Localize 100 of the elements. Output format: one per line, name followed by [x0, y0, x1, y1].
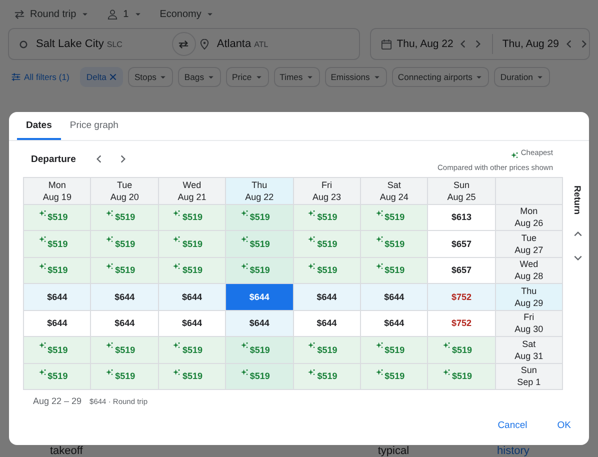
price-cell[interactable]: $519 — [294, 364, 361, 390]
destination-city: Atlanta ATL — [216, 38, 268, 50]
price-cell[interactable]: $519 — [360, 204, 428, 231]
filter-dropdown[interactable]: Stops — [128, 67, 174, 87]
price-cell[interactable]: $613 — [428, 204, 496, 231]
price-cell[interactable]: $519 — [360, 231, 428, 258]
price-cell[interactable]: $519 — [24, 231, 92, 258]
filter-dropdown[interactable]: Times — [274, 67, 320, 87]
price-cell[interactable]: $519 — [294, 258, 361, 284]
departure-date-header[interactable]: Fri Aug 23 — [294, 178, 361, 204]
departure-date-header[interactable]: Sun Aug 25 — [428, 178, 496, 204]
price-cell[interactable]: $519 — [226, 204, 294, 231]
close-icon[interactable] — [109, 73, 118, 81]
sparkle-icon — [376, 236, 383, 243]
filter-dropdown[interactable]: Emissions — [324, 67, 387, 87]
return-date-label[interactable]: Thu Aug 29 — [496, 284, 564, 310]
price-cell[interactable]: $519 — [158, 204, 226, 231]
sparkle-icon — [510, 152, 518, 158]
price-cell[interactable]: $519 — [158, 231, 226, 258]
chevron-left-icon[interactable] — [564, 39, 574, 49]
price-cell[interactable]: $519 — [226, 337, 294, 364]
chevron-up-icon[interactable] — [572, 229, 583, 239]
trip-type-dropdown[interactable]: Round trip — [30, 8, 76, 20]
sparkle-icon — [106, 342, 114, 349]
filter-dropdown[interactable]: Connecting airports — [392, 67, 490, 87]
circle-icon — [19, 40, 28, 48]
price-cell[interactable]: $657 — [428, 258, 496, 284]
price-cell[interactable]: $644 — [24, 284, 92, 310]
filter-dropdown[interactable]: Duration — [494, 67, 550, 87]
return-date-label[interactable]: Wed Aug 28 — [496, 258, 564, 284]
passengers-dropdown[interactable]: 1 — [123, 8, 129, 20]
price-cell[interactable]: $519 — [158, 337, 226, 364]
price-cell[interactable]: $519 — [91, 231, 159, 258]
price-cell[interactable]: $519 — [428, 337, 496, 364]
tab[interactable]: Dates — [17, 112, 61, 140]
price-cell[interactable]: $519 — [360, 337, 428, 364]
swap-button[interactable] — [172, 32, 196, 56]
price-cell[interactable]: $519 — [226, 258, 294, 284]
return-date-label[interactable]: Fri Aug 30 — [496, 310, 564, 337]
price-cell[interactable]: $519 — [360, 364, 428, 390]
price-cell[interactable]: $644 — [294, 284, 361, 310]
price-cell[interactable]: $644 — [360, 284, 428, 310]
dates-field[interactable]: Thu, Aug 22 Thu, Aug 29 — [370, 28, 590, 60]
price-cell[interactable]: $519 — [226, 231, 294, 258]
sparkle-icon — [106, 236, 114, 243]
return-date-label[interactable]: Sat Aug 31 — [496, 337, 564, 364]
price-cell[interactable]: $644 — [91, 284, 159, 310]
price-cell[interactable]: $519 — [158, 364, 226, 390]
return-label: Return — [572, 186, 583, 214]
price-cell[interactable]: $519 — [91, 258, 159, 284]
dialog-button[interactable]: OK — [551, 416, 577, 435]
tab[interactable]: Price graph — [60, 112, 128, 140]
price-cell[interactable]: $519 — [91, 337, 159, 364]
filter-chip[interactable]: Delta — [80, 67, 124, 87]
caret-icon — [134, 10, 142, 18]
price-cell[interactable]: $519 — [294, 204, 361, 231]
filter-dropdown[interactable]: Price — [226, 67, 269, 87]
return-date-label[interactable]: Mon Aug 26 — [496, 204, 564, 231]
price-cell[interactable]: $644 — [294, 310, 361, 337]
price-cell[interactable]: $644 — [24, 310, 92, 337]
price-cell[interactable]: $644 — [226, 284, 294, 310]
price-cell[interactable]: $644 — [226, 310, 294, 337]
price-cell[interactable]: $519 — [24, 337, 92, 364]
price-cell[interactable]: $519 — [24, 204, 92, 231]
return-date-label[interactable]: Sun Sep 1 — [496, 364, 564, 390]
price-cell[interactable]: $644 — [91, 310, 159, 337]
departure-date-header[interactable]: Tue Aug 20 — [91, 178, 159, 204]
departure-date-header[interactable]: Mon Aug 19 — [24, 178, 92, 204]
price-cell[interactable]: $752 — [428, 310, 496, 337]
departure-date-header[interactable]: Sat Aug 24 — [360, 178, 428, 204]
departure-date-header[interactable]: Thu Aug 22 — [226, 178, 294, 204]
dialog-button[interactable]: Cancel — [492, 416, 534, 435]
price-cell[interactable]: $519 — [428, 364, 496, 390]
sparkle-icon — [376, 342, 383, 349]
sparkle-icon — [173, 210, 180, 216]
price-cell[interactable]: $644 — [158, 310, 226, 337]
sparkle-icon — [308, 342, 316, 349]
price-cell[interactable]: $519 — [226, 364, 294, 390]
price-cell[interactable]: $519 — [294, 337, 361, 364]
cabin-class-dropdown[interactable]: Economy — [160, 8, 202, 20]
price-cell[interactable]: $752 — [428, 284, 496, 310]
price-cell[interactable]: $519 — [91, 204, 159, 231]
departure-date-header[interactable]: Wed Aug 21 — [158, 178, 226, 204]
price-cell[interactable]: $519 — [24, 258, 92, 284]
price-cell[interactable]: $519 — [91, 364, 159, 390]
price-cell[interactable]: $519 — [360, 258, 428, 284]
price-cell[interactable]: $644 — [158, 284, 226, 310]
return-date-label[interactable]: Tue Aug 27 — [496, 231, 564, 258]
sparkle-icon — [106, 262, 114, 270]
price-cell[interactable]: $644 — [360, 310, 428, 337]
filter-dropdown[interactable]: Bags — [178, 67, 222, 87]
history-link[interactable]: history — [497, 446, 530, 457]
route-field[interactable]: Salt Lake City SLC Atlanta ATL — [8, 28, 360, 60]
price-cell[interactable]: $519 — [294, 231, 361, 258]
chevron-down-icon[interactable] — [572, 253, 583, 263]
price-cell[interactable]: $519 — [24, 364, 92, 390]
price-cell[interactable]: $657 — [428, 231, 496, 258]
price-cell[interactable]: $519 — [158, 258, 226, 284]
chevron-right-icon[interactable] — [579, 39, 589, 49]
sparkle-icon — [106, 368, 114, 376]
